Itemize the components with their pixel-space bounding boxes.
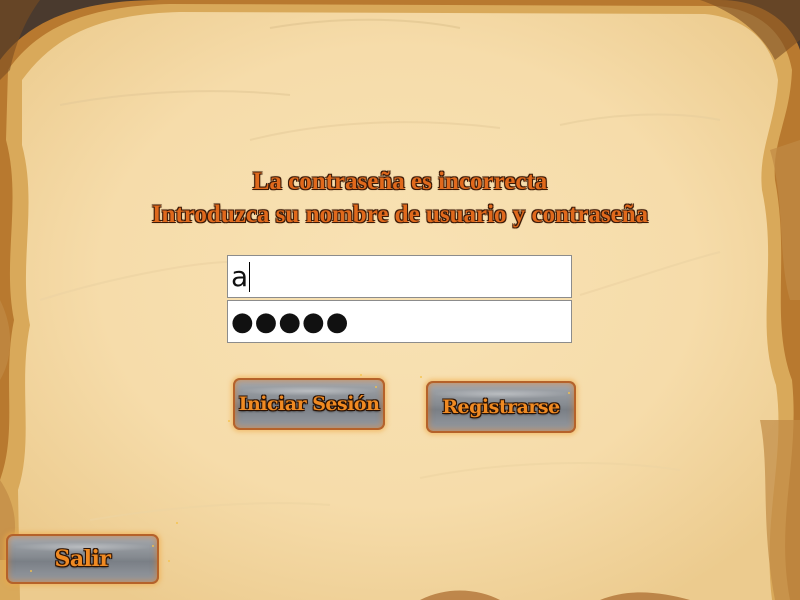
error-message: La contraseña es incorrecta	[252, 168, 548, 195]
username-input[interactable]: a	[227, 255, 572, 298]
sparkle-decoration	[152, 545, 154, 547]
password-masked-value: ●●●●●	[231, 306, 350, 337]
exit-button-label: Salir	[54, 546, 111, 572]
sparkle-decoration	[420, 376, 422, 378]
login-button[interactable]: Iniciar Sesión	[233, 378, 385, 430]
sparkle-decoration	[30, 570, 32, 572]
password-input[interactable]: ●●●●●	[227, 300, 572, 343]
sparkle-decoration	[568, 392, 570, 394]
register-button-label: Registrarse	[442, 396, 560, 418]
exit-button[interactable]: Salir	[6, 534, 159, 584]
username-value: a	[231, 260, 249, 293]
sparkle-decoration	[228, 420, 230, 422]
login-button-label: Iniciar Sesión	[238, 393, 380, 415]
sparkle-decoration	[176, 522, 178, 524]
instruction-message: Introduzca su nombre de usuario y contra…	[151, 201, 649, 228]
register-button[interactable]: Registrarse	[426, 381, 576, 433]
sparkle-decoration	[375, 386, 377, 388]
sparkle-decoration	[168, 560, 170, 562]
text-caret	[249, 261, 251, 292]
sparkle-decoration	[360, 374, 362, 376]
